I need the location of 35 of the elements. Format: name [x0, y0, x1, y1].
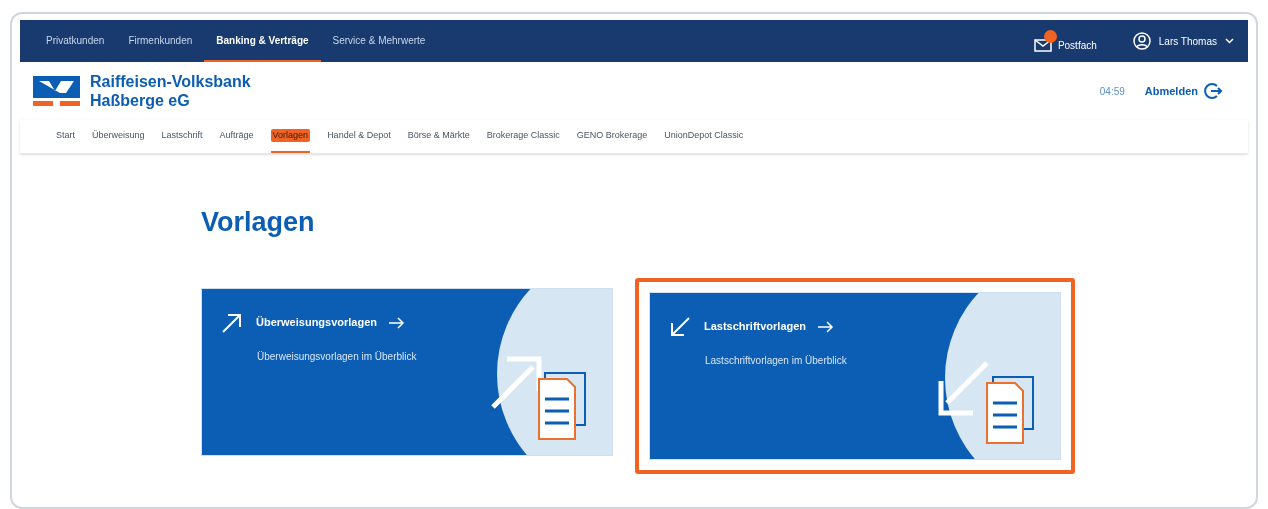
bank-name: Raiffeisen-Volksbank	[90, 72, 251, 91]
sub-nav-link[interactable]: GENO Brokerage	[576, 120, 648, 153]
sub-nav-link[interactable]: Brokerage Classic	[486, 120, 560, 153]
arrow-right-icon	[818, 320, 835, 333]
arrow-icon	[668, 314, 692, 339]
sub-nav-link[interactable]: Börse & Märkte	[407, 120, 470, 153]
top-nav-link[interactable]: Privatkunden	[34, 20, 117, 62]
sub-nav-link[interactable]: UnionDepot Classic	[664, 120, 744, 153]
user-icon	[1132, 32, 1151, 50]
bank-name: Haßberge eG	[90, 91, 191, 110]
session-timer: 04:59	[1099, 84, 1125, 99]
card-title: Lastschriftvorlagen	[704, 319, 807, 335]
bank-logo-icon	[33, 76, 80, 106]
sub-nav-link[interactable]: Lastschrift	[161, 120, 203, 153]
card-title: Überweisungsvorlagen	[256, 315, 378, 331]
page-title: Vorlagen	[201, 206, 316, 239]
sub-nav-link[interactable]: Vorlagen	[270, 120, 311, 153]
card-description: Überweisungsvorlagen im Überblick	[256, 349, 418, 364]
sub-nav-link[interactable]: Handel & Depot	[327, 120, 391, 153]
template-card[interactable]: Lastschriftvorlagen Lastschriftvorlagen im Überblick	[649, 291, 1061, 460]
logout-icon	[1204, 82, 1222, 100]
card-description: Lastschriftvorlagen im Überblick	[704, 353, 848, 368]
logout-button[interactable]: Abmelden	[1144, 82, 1222, 100]
mailbox-button[interactable]: Postfach	[1033, 29, 1099, 53]
sub-nav-link[interactable]: Überweisung	[92, 120, 145, 153]
top-nav-link[interactable]: Banking & Verträge	[204, 20, 321, 62]
chevron-down-icon	[1225, 38, 1234, 44]
sub-nav-link[interactable]: Start	[56, 120, 75, 153]
user-menu-button[interactable]: Lars Thomas	[1132, 32, 1234, 50]
sub-nav-link[interactable]: Aufträge	[219, 120, 254, 153]
top-nav-link[interactable]: Firmenkunden	[116, 20, 205, 62]
arrow-right-icon	[389, 316, 406, 329]
envelope-icon	[1033, 38, 1052, 52]
top-nav-link[interactable]: Service & Mehrwerte	[320, 20, 438, 62]
template-card[interactable]: Überweisungsvorlagen Überweisungsvorlagen im Überblick	[201, 287, 613, 456]
